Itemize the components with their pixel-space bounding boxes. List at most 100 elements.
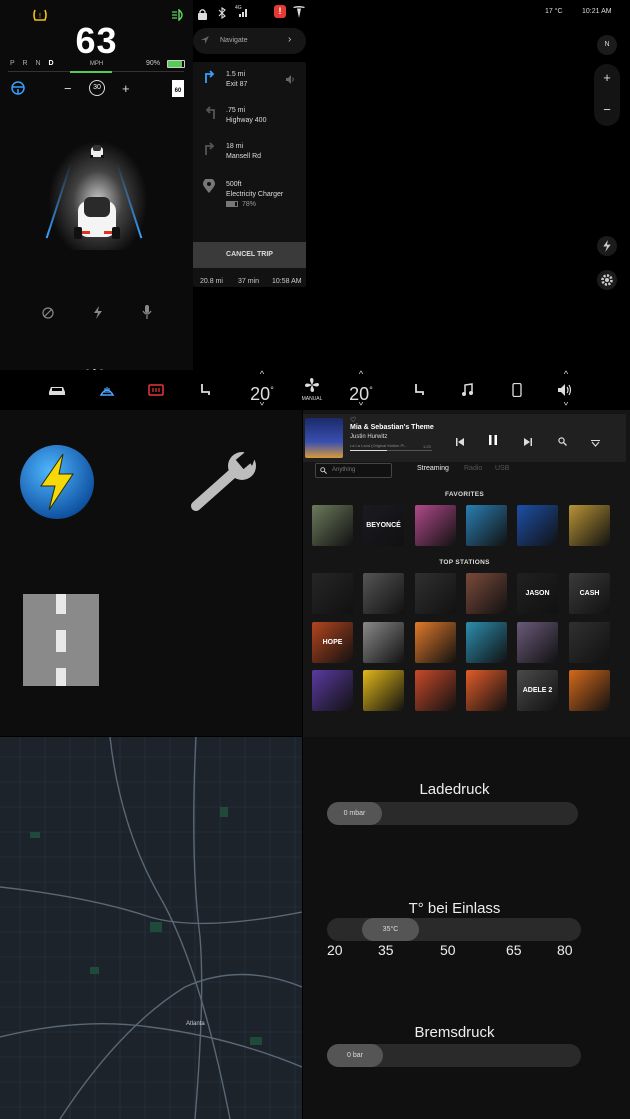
pin-icon xyxy=(203,178,217,193)
chevron-down-icon[interactable]: ^ xyxy=(556,397,576,407)
tesla-logo-icon[interactable] xyxy=(292,5,306,19)
charging-icon[interactable] xyxy=(19,444,95,520)
lead-car-icon xyxy=(89,144,105,159)
increase-speed-button[interactable]: + xyxy=(122,81,130,96)
lightning-icon[interactable] xyxy=(93,306,103,319)
chevron-right-icon[interactable]: › xyxy=(288,34,291,45)
tab-streaming[interactable]: Streaming xyxy=(417,465,449,472)
steering-wheel-icon[interactable] xyxy=(11,81,25,95)
intake-temp-value: 35°C xyxy=(362,918,419,941)
fan-button[interactable]: MANUAL xyxy=(297,370,327,410)
favorite-album[interactable] xyxy=(569,505,610,546)
chevron-up-icon[interactable]: ^ xyxy=(556,369,576,379)
media-search-placeholder: Anything xyxy=(332,467,356,473)
chevron-down-icon[interactable]: ^ xyxy=(244,397,280,407)
route-step[interactable]: 1.5 mi Exit 87 xyxy=(193,62,306,98)
favorite-album[interactable]: BEYONCÉ xyxy=(363,505,404,546)
station-album[interactable] xyxy=(415,622,456,663)
zoom-out-button[interactable]: − xyxy=(594,102,620,117)
brake-pressure-slider[interactable]: 0 bar xyxy=(327,1044,581,1067)
settings-button[interactable] xyxy=(597,270,617,290)
route-step[interactable]: 500ft Electricity Charger 78% xyxy=(193,172,306,216)
station-album[interactable] xyxy=(363,622,404,663)
bluetooth-icon[interactable] xyxy=(218,6,226,20)
previous-track-icon[interactable] xyxy=(456,433,464,451)
turn-left-icon xyxy=(203,105,217,119)
rear-defrost-button[interactable] xyxy=(146,370,166,410)
route-step[interactable]: .75 mi Highway 400 xyxy=(193,98,306,134)
favorite-album[interactable] xyxy=(466,505,507,546)
decrease-speed-button[interactable]: − xyxy=(64,81,72,96)
favorite-album[interactable] xyxy=(312,505,353,546)
lock-icon[interactable] xyxy=(198,7,207,20)
intake-temp-scale: 20 35 50 65 80 xyxy=(303,942,606,960)
passenger-seat-heat-button[interactable] xyxy=(411,370,427,410)
station-album[interactable]: JASON DERULO xyxy=(517,573,558,614)
car-button[interactable] xyxy=(47,370,67,410)
favorite-album[interactable] xyxy=(517,505,558,546)
navigate-placeholder: Navigate xyxy=(220,37,248,44)
station-album[interactable] xyxy=(415,573,456,614)
lightning-icon xyxy=(603,240,611,252)
route-step[interactable]: 18 mi Mansell Rd xyxy=(193,134,306,170)
compass-button[interactable]: N xyxy=(597,35,617,55)
step-road: Electricity Charger xyxy=(226,191,284,198)
next-track-icon[interactable] xyxy=(524,433,532,451)
chevron-up-icon[interactable]: ^ xyxy=(343,369,379,379)
scale-tick: 50 xyxy=(440,942,456,958)
collapse-icon[interactable] xyxy=(591,434,600,452)
station-album[interactable]: ADELE 2 xyxy=(517,670,558,711)
city-map[interactable]: Atlanta xyxy=(0,737,302,1119)
album-art[interactable] xyxy=(305,418,343,458)
city-label: Atlanta xyxy=(186,1021,205,1027)
station-album[interactable] xyxy=(569,622,610,663)
step-distance: 18 mi xyxy=(226,143,244,150)
driver-seat-heat-button[interactable] xyxy=(197,370,213,410)
charger-map-button[interactable] xyxy=(597,236,617,256)
music-button[interactable] xyxy=(459,370,475,410)
station-album[interactable] xyxy=(466,573,507,614)
navigate-search-bar[interactable]: Navigate › xyxy=(193,28,306,54)
zoom-in-button[interactable]: + xyxy=(594,70,620,85)
heart-icon[interactable]: ♡ xyxy=(350,416,356,424)
passenger-temp-control[interactable]: ^ 20° ^ xyxy=(343,369,379,410)
top-stations-title: TOP STATIONS xyxy=(439,559,490,566)
station-album[interactable]: CASH xyxy=(569,573,610,614)
station-album[interactable] xyxy=(466,622,507,663)
tab-radio[interactable]: Radio xyxy=(464,465,482,472)
station-album[interactable] xyxy=(517,622,558,663)
station-album[interactable] xyxy=(363,573,404,614)
chevron-down-icon[interactable]: ^ xyxy=(343,397,379,407)
station-album[interactable] xyxy=(363,670,404,711)
small-battery-icon xyxy=(226,201,238,207)
front-defrost-button[interactable] xyxy=(97,370,117,410)
media-search-input[interactable]: Anything xyxy=(315,463,392,478)
fan-icon xyxy=(305,378,319,392)
intake-temp-slider[interactable]: 35°C xyxy=(327,918,581,941)
road-icon[interactable] xyxy=(23,594,99,686)
station-album[interactable]: HOPE xyxy=(312,622,353,663)
wrench-icon[interactable] xyxy=(186,450,262,512)
station-album[interactable] xyxy=(312,573,353,614)
alert-icon[interactable]: ! xyxy=(274,5,286,18)
ego-car-icon xyxy=(74,195,120,243)
driver-temp-control[interactable]: ^ 20° ^ xyxy=(244,369,280,410)
speaker-icon[interactable] xyxy=(286,71,295,89)
station-album[interactable] xyxy=(569,670,610,711)
volume-control[interactable]: ^ ^ xyxy=(556,369,576,410)
station-album[interactable] xyxy=(312,670,353,711)
pause-icon[interactable] xyxy=(489,432,497,450)
autopilot-off-icon[interactable] xyxy=(42,306,54,319)
tab-usb[interactable]: USB xyxy=(495,465,509,472)
station-album[interactable] xyxy=(415,670,456,711)
boost-slider[interactable]: 0 mbar xyxy=(327,802,578,825)
search-icon[interactable] xyxy=(558,433,567,451)
artist-name: Justin Hurwitz xyxy=(350,434,388,440)
station-album[interactable] xyxy=(466,670,507,711)
microphone-icon[interactable] xyxy=(142,305,152,319)
favorite-album[interactable] xyxy=(415,505,456,546)
progress-track[interactable] xyxy=(350,450,432,451)
cancel-trip-button[interactable]: CANCEL TRIP xyxy=(193,242,306,268)
chevron-up-icon[interactable]: ^ xyxy=(244,369,280,379)
phone-button[interactable] xyxy=(509,370,525,410)
